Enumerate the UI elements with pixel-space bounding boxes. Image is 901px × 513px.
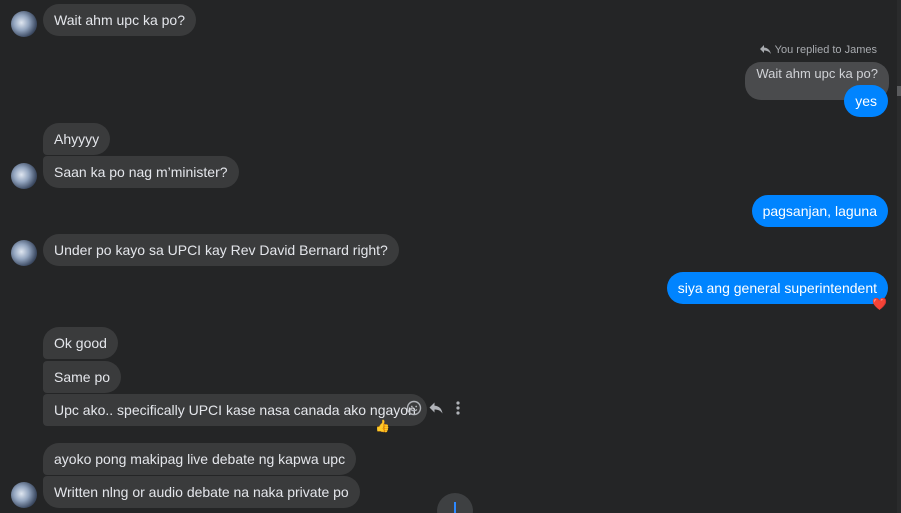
scrollbar-thumb[interactable] — [897, 86, 901, 96]
message-incoming[interactable]: Ok good — [43, 327, 118, 359]
message-actions — [406, 398, 466, 418]
reply-label-text: You replied to James — [774, 44, 877, 56]
thumbs-up-reaction-icon[interactable]: 👍 — [375, 419, 390, 433]
message-incoming[interactable]: Written nlng or audio debate na naka pri… — [43, 476, 360, 508]
reply-icon[interactable] — [428, 398, 446, 418]
avatar[interactable] — [11, 11, 37, 37]
chevron-down-icon — [454, 502, 456, 513]
message-incoming[interactable]: Under po kayo sa UPCI kay Rev David Bern… — [43, 234, 399, 266]
scrollbar-track[interactable] — [897, 0, 901, 513]
message-outgoing[interactable]: yes — [844, 85, 888, 117]
reply-context-label: You replied to James — [759, 44, 877, 56]
message-outgoing[interactable]: siya ang general superintendent — [666, 272, 888, 304]
scroll-to-bottom-button[interactable] — [437, 493, 473, 513]
chat-thread: Wait ahm upc ka po? You replied to James… — [0, 0, 901, 513]
avatar[interactable] — [11, 163, 37, 189]
message-incoming[interactable]: Upc ako.. specifically UPCI kase nasa ca… — [43, 394, 427, 426]
reply-icon — [759, 45, 771, 54]
message-outgoing[interactable]: pagsanjan, laguna — [751, 195, 888, 227]
message-incoming[interactable]: Same po — [43, 361, 122, 393]
avatar[interactable] — [11, 240, 37, 266]
message-incoming[interactable]: Ahyyyy — [43, 123, 111, 155]
message-incoming[interactable]: Saan ka po nag m’minister? — [43, 156, 239, 188]
message-incoming[interactable]: Wait ahm upc ka po? — [43, 4, 196, 36]
avatar[interactable] — [11, 482, 37, 508]
message-incoming[interactable]: ayoko pong makipag live debate ng kapwa … — [43, 443, 357, 475]
heart-reaction-icon[interactable]: ❤️ — [872, 297, 887, 311]
emoji-icon[interactable] — [406, 398, 424, 418]
more-options-icon[interactable] — [450, 398, 468, 418]
